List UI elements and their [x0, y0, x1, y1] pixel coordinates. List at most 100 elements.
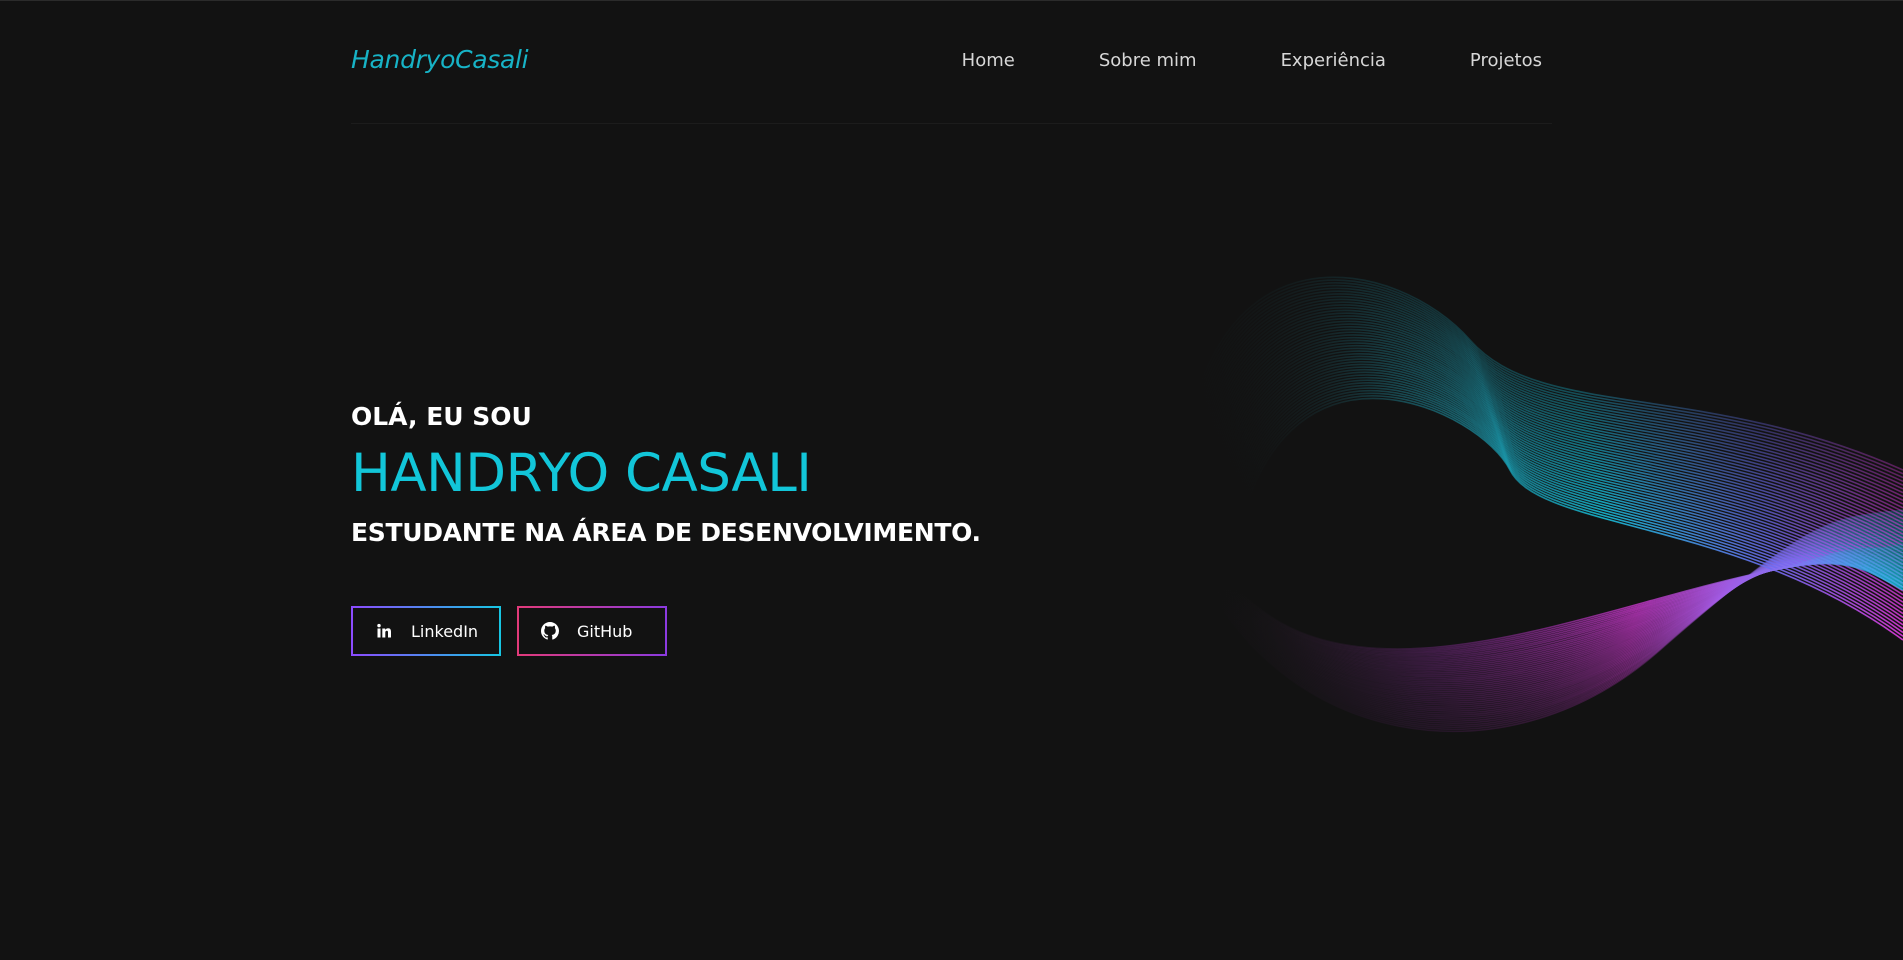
wave-line	[1185, 290, 1903, 495]
wave-line	[1204, 519, 1903, 720]
wave-line	[1205, 331, 1903, 547]
linkedin-label: LinkedIn	[411, 621, 479, 641]
wave-line	[1234, 558, 1903, 659]
wave-line	[1179, 276, 1903, 491]
wave-line	[1208, 336, 1903, 554]
github-button[interactable]: GitHub	[517, 606, 667, 656]
wave-line	[1228, 553, 1903, 669]
wave-line	[1221, 363, 1903, 592]
wave-line	[1217, 355, 1903, 581]
hero-greeting: OLÁ, EU SOU	[351, 402, 532, 431]
main-nav: Home Sobre mim Experiência Projetos	[962, 50, 1542, 71]
wave-line	[1233, 387, 1903, 626]
wave-line	[1234, 559, 1903, 658]
wave-line	[1205, 521, 1903, 718]
wave-line	[1220, 361, 1903, 588]
wave-line	[1196, 312, 1903, 520]
wave-line	[1233, 557, 1903, 661]
wave-line	[1238, 562, 1903, 652]
wave-line	[1232, 556, 1903, 662]
wave-line	[1181, 282, 1903, 492]
site-header: HandryoCasali Home Sobre mim Experiência…	[351, 0, 1552, 124]
wave-line	[1212, 345, 1903, 566]
wave-line	[1226, 550, 1903, 674]
wave-line	[1184, 287, 1903, 494]
wave-line	[1211, 532, 1903, 704]
wave-line	[1226, 551, 1903, 672]
wave-line	[1199, 509, 1903, 733]
hero-subtitle: ESTUDANTE NA ÁREA DE DESENVOLVIMENTO.	[351, 518, 981, 547]
wave-line	[1230, 555, 1903, 666]
wave-line	[1189, 298, 1903, 501]
wave-line	[1211, 342, 1903, 562]
wave-line	[1223, 366, 1903, 596]
wave-line	[1207, 525, 1903, 714]
linkedin-icon	[375, 622, 393, 640]
wave-line	[1210, 531, 1903, 706]
github-icon	[541, 622, 559, 640]
wave-line	[1222, 546, 1903, 681]
wave-line	[1217, 540, 1903, 693]
nav-experiencia[interactable]: Experiência	[1281, 50, 1386, 71]
wave-line	[1206, 523, 1903, 716]
wave-line	[1225, 549, 1903, 676]
wave-line	[1212, 534, 1903, 702]
wave-line	[1217, 541, 1903, 691]
wave-line	[1227, 552, 1903, 671]
wave-line	[1224, 369, 1903, 600]
nav-projetos[interactable]: Projetos	[1470, 50, 1542, 71]
wave-lines	[1179, 276, 1903, 733]
wave-line	[1195, 309, 1903, 517]
github-label: GitHub	[577, 621, 633, 641]
wave-line	[1223, 547, 1903, 680]
wave-line	[1201, 323, 1903, 535]
wave-line	[1188, 295, 1903, 498]
wave-line	[1197, 315, 1903, 524]
wave-line	[1219, 358, 1903, 585]
wave-line	[1216, 538, 1903, 695]
wave-line	[1231, 556, 1903, 664]
wave-line	[1232, 384, 1903, 622]
wave-line	[1200, 510, 1903, 731]
wave-line	[1207, 334, 1903, 551]
wave-line	[1209, 528, 1903, 710]
wave-line	[1202, 516, 1903, 724]
wave-line	[1209, 530, 1903, 708]
wave-line	[1213, 535, 1903, 700]
wave-line	[1235, 389, 1903, 630]
wave-line	[1209, 339, 1903, 558]
wave-line	[1192, 304, 1903, 509]
wave-line	[1237, 395, 1903, 637]
wave-line	[1213, 347, 1903, 569]
wave-line	[1227, 374, 1903, 607]
wave-line	[1203, 326, 1903, 539]
hero-wave-graphic	[1179, 276, 1903, 733]
wave-line	[1193, 306, 1903, 513]
wave-line	[1200, 320, 1903, 532]
wave-line	[1224, 548, 1903, 678]
wave-line	[1236, 392, 1903, 634]
wave-line	[1216, 352, 1903, 577]
linkedin-button[interactable]: LinkedIn	[351, 606, 501, 656]
wave-line	[1228, 376, 1903, 611]
wave-line	[1229, 554, 1903, 667]
wave-line	[1235, 560, 1903, 656]
wave-line	[1220, 544, 1903, 685]
wave-line	[1199, 317, 1903, 528]
wave-line	[1236, 560, 1903, 655]
wave-line	[1214, 536, 1903, 698]
nav-sobre-mim[interactable]: Sobre mim	[1099, 50, 1197, 71]
social-buttons: LinkedIn GitHub	[351, 606, 667, 656]
wave-line	[1183, 284, 1903, 493]
hero-section: OLÁ, EU SOU HANDRYO CASALI ESTUDANTE NA …	[351, 400, 1051, 550]
wave-line	[1219, 543, 1903, 687]
wave-line	[1218, 542, 1903, 689]
wave-line	[1208, 526, 1903, 712]
hero-name: HANDRYO CASALI	[351, 443, 812, 504]
wave-line	[1191, 301, 1903, 505]
wave-line	[1187, 293, 1903, 496]
site-logo[interactable]: HandryoCasali	[351, 45, 529, 74]
wave-line	[1215, 350, 1903, 573]
nav-home[interactable]: Home	[962, 50, 1015, 71]
wave-line	[1203, 518, 1903, 722]
